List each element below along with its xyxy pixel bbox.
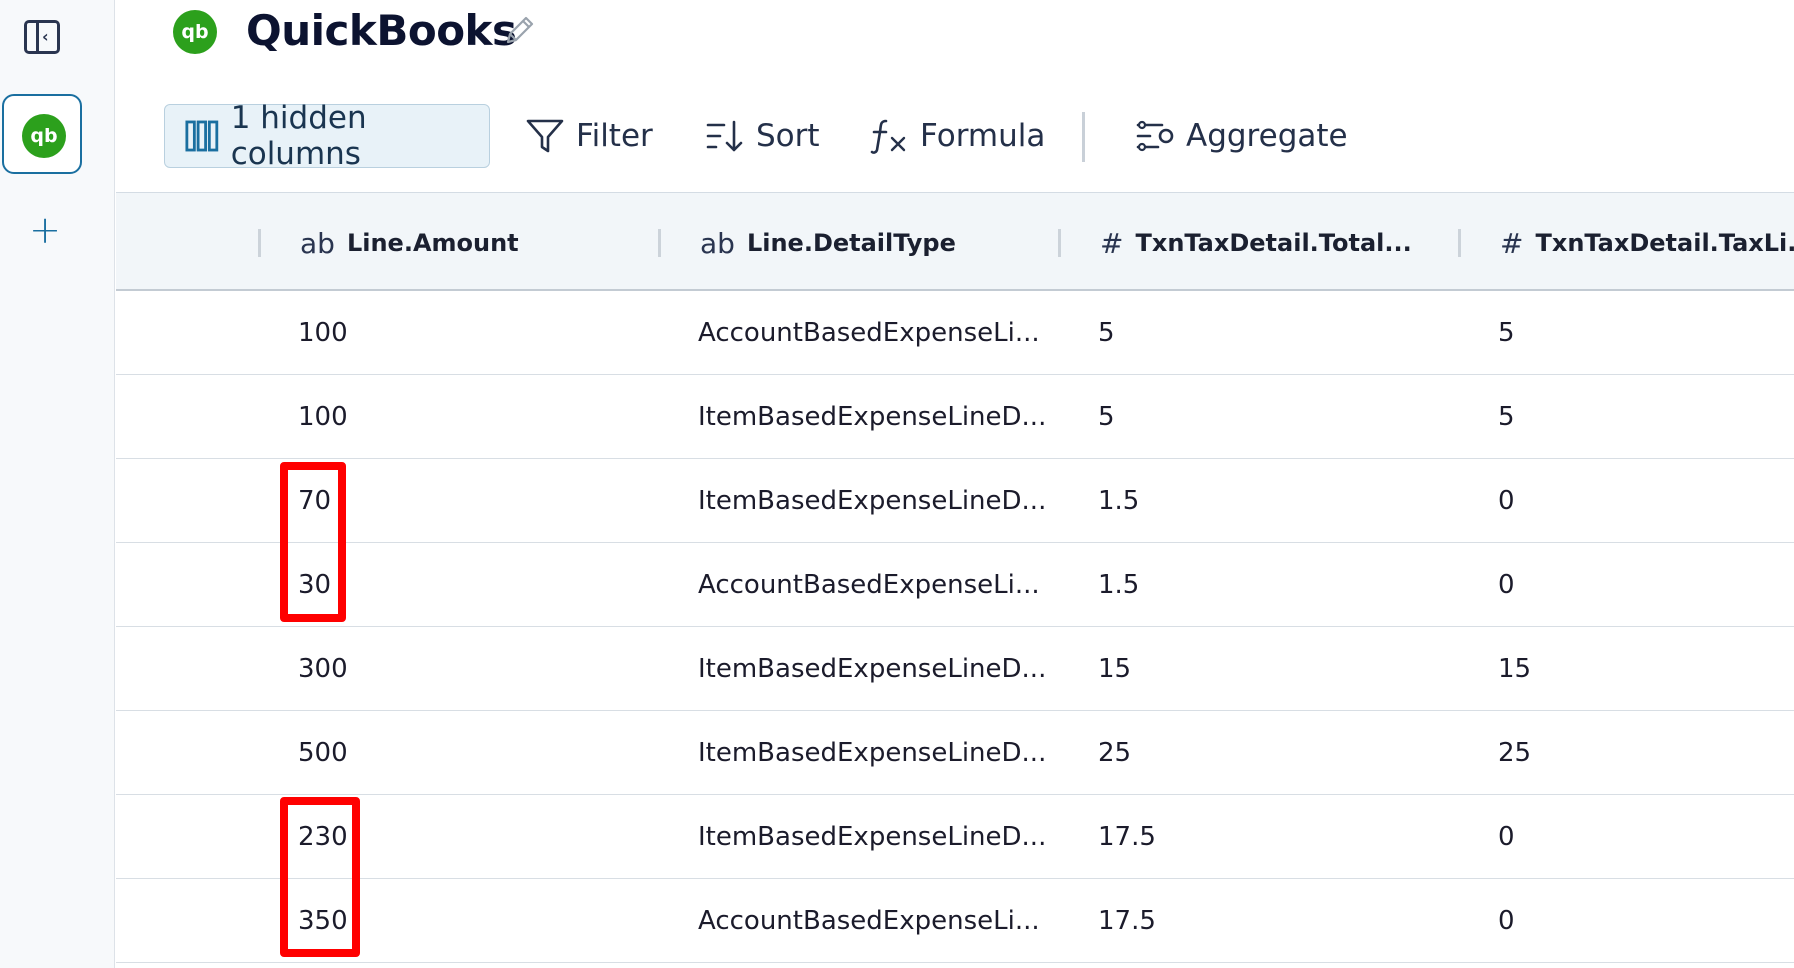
cell-tax-line[interactable]: 5	[1498, 375, 1515, 459]
grid-header: ab Line.Amount ab Line.DetailType # TxnT…	[116, 192, 1794, 291]
cell-tax-line[interactable]: 0	[1498, 879, 1515, 963]
table-row[interactable]: 30 AccountBasedExpenseLi... 1.5 0	[116, 543, 1794, 627]
cell-tax-total[interactable]: 15	[1098, 627, 1131, 711]
formula-label: Formula	[920, 118, 1046, 154]
toolbar: 1 hidden columns Filter Sort Formula Agg…	[0, 100, 1794, 172]
cell-tax-line[interactable]: 15	[1498, 627, 1531, 711]
column-header-label: Line.DetailType	[746, 229, 956, 257]
column-header-label: Line.Amount	[346, 229, 519, 257]
cell-line-detailtype[interactable]: ItemBasedExpenseLineD...	[698, 711, 1046, 795]
column-header-line-amount[interactable]: ab Line.Amount	[300, 223, 519, 263]
table-row[interactable]: 300 ItemBasedExpenseLineD... 15 15	[116, 627, 1794, 711]
column-header-txntaxdetail-taxline[interactable]: # TxnTaxDetail.TaxLi...	[1500, 223, 1794, 263]
pencil-edit-icon[interactable]	[502, 14, 536, 48]
cell-tax-line[interactable]: 0	[1498, 543, 1515, 627]
sort-button[interactable]: Sort	[706, 104, 820, 168]
cell-line-detailtype[interactable]: ItemBasedExpenseLineD...	[698, 459, 1046, 543]
column-resize-handle[interactable]	[1058, 229, 1061, 257]
cell-line-amount[interactable]: 100	[298, 375, 348, 459]
cell-tax-total[interactable]: 5	[1098, 375, 1115, 459]
aggregate-icon	[1136, 120, 1174, 152]
cell-line-amount[interactable]: 100	[298, 291, 348, 375]
aggregate-button[interactable]: Aggregate	[1136, 104, 1348, 168]
aggregate-label: Aggregate	[1186, 118, 1348, 154]
column-header-txntaxdetail-total[interactable]: # TxnTaxDetail.Total...	[1100, 223, 1412, 263]
cell-line-detailtype[interactable]: ItemBasedExpenseLineD...	[698, 795, 1046, 879]
cell-tax-line[interactable]: 0	[1498, 459, 1515, 543]
column-header-label: TxnTaxDetail.TaxLi...	[1535, 229, 1794, 257]
cell-tax-total[interactable]: 1.5	[1098, 459, 1139, 543]
hidden-columns-label: 1 hidden columns	[230, 100, 367, 172]
table-row[interactable]: 100 AccountBasedExpenseLi... 5 5	[116, 291, 1794, 375]
number-type-icon: #	[1100, 226, 1124, 260]
cell-tax-line[interactable]: 0	[1498, 795, 1515, 879]
sort-label: Sort	[756, 118, 820, 154]
cell-line-detailtype[interactable]: ItemBasedExpenseLineD...	[698, 375, 1046, 459]
cell-line-amount[interactable]: 30	[298, 543, 331, 627]
column-header-label: TxnTaxDetail.Total...	[1135, 229, 1412, 257]
quickbooks-logo-icon: qb	[173, 10, 217, 54]
cell-tax-line[interactable]: 5	[1498, 291, 1515, 375]
filter-label: Filter	[576, 118, 653, 154]
text-type-icon: ab	[700, 226, 735, 260]
cell-line-amount[interactable]: 300	[298, 627, 348, 711]
text-type-icon: ab	[300, 226, 335, 260]
toolbar-divider	[1082, 112, 1085, 162]
cell-tax-total[interactable]: 17.5	[1098, 879, 1156, 963]
grid-rows: 100 AccountBasedExpenseLi... 5 5 100 Ite…	[116, 291, 1794, 963]
column-resize-handle[interactable]	[258, 229, 261, 257]
add-source-button[interactable]: +	[27, 211, 63, 249]
cell-line-detailtype[interactable]: AccountBasedExpenseLi...	[698, 291, 1040, 375]
column-resize-handle[interactable]	[658, 229, 661, 257]
table-row[interactable]: 70 ItemBasedExpenseLineD... 1.5 0	[116, 459, 1794, 543]
cell-line-detailtype[interactable]: AccountBasedExpenseLi...	[698, 879, 1040, 963]
filter-button[interactable]: Filter	[526, 104, 653, 168]
cell-line-detailtype[interactable]: AccountBasedExpenseLi...	[698, 543, 1040, 627]
cell-line-amount[interactable]: 350	[298, 879, 348, 963]
hidden-columns-button[interactable]: 1 hidden columns	[164, 100, 490, 172]
cell-line-amount[interactable]: 230	[298, 795, 348, 879]
page-title: QuickBooks	[246, 6, 517, 55]
cell-line-amount[interactable]: 70	[298, 459, 331, 543]
formula-button[interactable]: Formula	[870, 104, 1045, 168]
column-header-line-detailtype[interactable]: ab Line.DetailType	[700, 223, 956, 263]
cell-tax-total[interactable]: 5	[1098, 291, 1115, 375]
data-grid: ab Line.Amount ab Line.DetailType # TxnT…	[116, 192, 1794, 968]
table-row[interactable]: 500 ItemBasedExpenseLineD... 25 25	[116, 711, 1794, 795]
filter-icon	[526, 119, 564, 153]
cell-line-amount[interactable]: 500	[298, 711, 348, 795]
column-resize-handle[interactable]	[1458, 229, 1461, 257]
sidebar-collapse-icon[interactable]: ‹	[24, 20, 60, 54]
cell-line-detailtype[interactable]: ItemBasedExpenseLineD...	[698, 627, 1046, 711]
function-icon	[870, 119, 906, 154]
table-row[interactable]: 350 AccountBasedExpenseLi... 17.5 0	[116, 879, 1794, 963]
cell-tax-total[interactable]: 25	[1098, 711, 1131, 795]
cell-tax-total[interactable]: 17.5	[1098, 795, 1156, 879]
table-row[interactable]: 100 ItemBasedExpenseLineD... 5 5	[116, 375, 1794, 459]
cell-tax-line[interactable]: 25	[1498, 711, 1531, 795]
columns-icon	[185, 120, 219, 152]
table-row[interactable]: 230 ItemBasedExpenseLineD... 17.5 0	[116, 795, 1794, 879]
sort-icon	[706, 120, 743, 152]
number-type-icon: #	[1500, 226, 1524, 260]
cell-tax-total[interactable]: 1.5	[1098, 543, 1139, 627]
